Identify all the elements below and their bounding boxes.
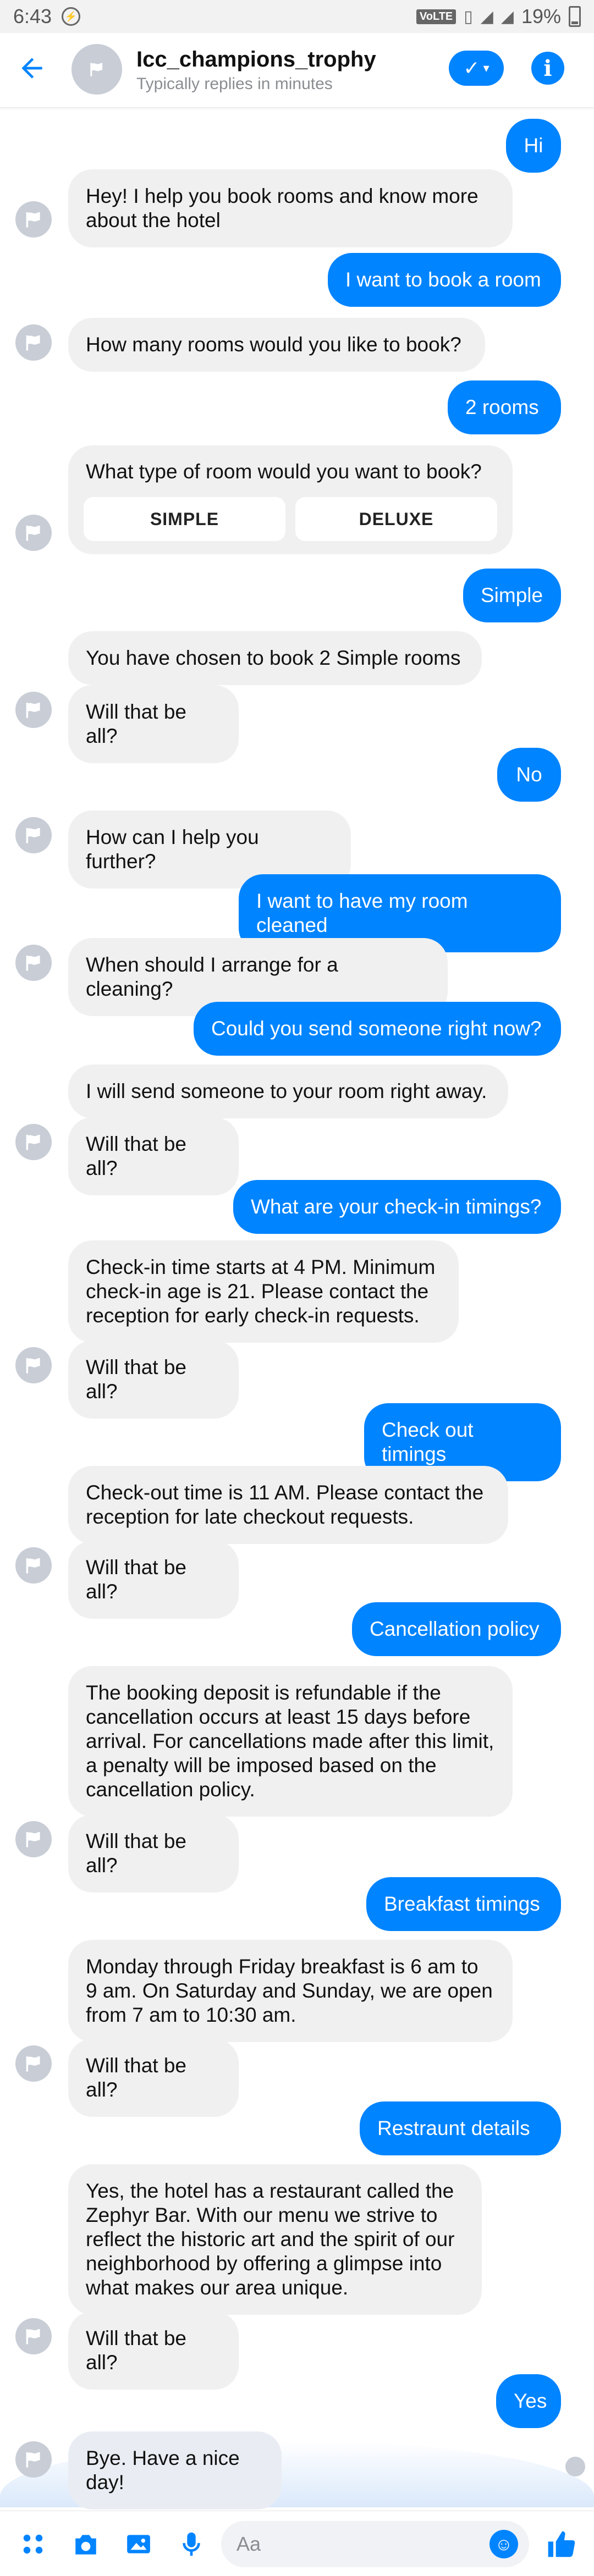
messenger-notification-icon: ⚡ [62, 7, 81, 26]
outgoing-message[interactable]: Yes [496, 2374, 561, 2428]
flag-icon [26, 1358, 40, 1374]
thumbs-up-icon[interactable] [544, 2528, 578, 2561]
flag-icon [26, 702, 40, 718]
bot-avatar [15, 201, 52, 238]
incoming-message[interactable]: Will that be all? [68, 2312, 239, 2390]
microphone-icon[interactable] [175, 2528, 208, 2561]
outgoing-message[interactable]: Breakfast timings [366, 1877, 561, 1931]
status-time: 6:43 [13, 5, 52, 27]
incoming-message[interactable]: Will that be all? [68, 2039, 239, 2117]
conversation-header: Icc_champions_trophy Typically replies i… [0, 33, 594, 108]
flag-icon [26, 1558, 40, 1574]
quick-reply-deluxe-button[interactable]: DELUXE [295, 497, 497, 541]
bot-avatar [15, 1124, 52, 1160]
outgoing-message[interactable]: No [497, 748, 561, 802]
check-icon: ✓ [463, 57, 480, 79]
flag-icon [26, 212, 40, 228]
incoming-message[interactable]: Yes, the hotel has a restaurant called t… [68, 2164, 482, 2315]
outgoing-message[interactable]: Simple [463, 569, 561, 622]
message-input-placeholder: Aa [237, 2533, 261, 2555]
bot-avatar [15, 2441, 52, 2478]
incoming-message[interactable]: What type of room would you want to book… [84, 460, 497, 484]
status-icons: VoLTE ▯ ◢ ◢ 19% [416, 0, 581, 33]
vibrate-icon: ▯ [464, 7, 473, 26]
flag-icon [26, 2056, 40, 2072]
flag-icon [26, 828, 40, 843]
incoming-message[interactable]: Bye. Have a nice day! [68, 2431, 282, 2509]
volte-badge: VoLTE [416, 9, 457, 24]
incoming-message[interactable]: Will that be all? [68, 1341, 239, 1419]
incoming-message[interactable]: You have chosen to book 2 Simple rooms [68, 631, 482, 685]
flag-icon [26, 2452, 40, 2468]
chevron-down-icon: ▾ [483, 61, 490, 75]
wifi-icon: ◢ [480, 7, 493, 26]
bot-avatar [15, 1821, 52, 1857]
bot-avatar [15, 692, 52, 728]
incoming-message[interactable]: Check-out time is 11 AM. Please contact … [68, 1466, 508, 1544]
signal-icon: ◢ [501, 7, 514, 26]
outgoing-message[interactable]: I want to book a room [328, 253, 561, 307]
seen-indicator-avatar [565, 2457, 585, 2476]
outgoing-message[interactable]: Cancellation policy [352, 1602, 561, 1656]
incoming-message[interactable]: Hey! I help you book rooms and know more… [68, 169, 513, 247]
outgoing-message[interactable]: Restraunt details [360, 2101, 561, 2155]
flag-icon [26, 525, 40, 541]
camera-icon[interactable] [69, 2528, 102, 2561]
manage-messages-button[interactable]: ✓ ▾ [449, 51, 504, 86]
incoming-message[interactable]: Will that be all? [68, 1117, 239, 1195]
battery-percent: 19% [521, 5, 561, 27]
flag-icon [26, 1832, 40, 1847]
battery-icon [569, 6, 581, 27]
flag-icon [26, 955, 40, 971]
flag-icon [26, 1134, 40, 1150]
incoming-message[interactable]: The booking deposit is refundable if the… [68, 1666, 513, 1817]
incoming-message[interactable]: Check-in time starts at 4 PM. Minimum ch… [68, 1240, 459, 1343]
message-composer: Aa ☺ [0, 2511, 594, 2576]
incoming-message[interactable]: Monday through Friday breakfast is 6 am … [68, 1940, 513, 2042]
gallery-icon[interactable] [122, 2528, 155, 2561]
outgoing-message[interactable]: Hi [506, 119, 561, 173]
apps-icon[interactable] [16, 2528, 50, 2561]
emoji-icon[interactable]: ☺ [490, 2530, 518, 2558]
bot-avatar [15, 324, 52, 361]
flag-icon [26, 2329, 40, 2345]
bot-avatar [15, 1347, 52, 1383]
message-input[interactable]: Aa ☺ [221, 2521, 529, 2567]
bot-avatar [15, 945, 52, 981]
outgoing-message[interactable]: 2 rooms [448, 380, 561, 434]
page-avatar[interactable] [72, 44, 122, 95]
info-button[interactable]: i [531, 52, 564, 85]
outgoing-message[interactable]: What are your check-in timings? [233, 1180, 561, 1234]
bot-avatar [15, 1547, 52, 1584]
bot-avatar [15, 817, 52, 853]
incoming-message[interactable]: Will that be all? [68, 685, 239, 763]
quick-reply-simple-button[interactable]: SIMPLE [84, 497, 285, 541]
incoming-message[interactable]: How many rooms would you like to book? [68, 318, 485, 372]
reply-time-subtitle: Typically replies in minutes [136, 75, 333, 93]
bot-avatar [15, 2045, 52, 2082]
page-title[interactable]: Icc_champions_trophy [136, 47, 376, 72]
flag-icon [26, 335, 40, 351]
outgoing-message[interactable]: Could you send someone right now? [194, 1002, 561, 1056]
status-bar: 6:43 ⚡ VoLTE ▯ ◢ ◢ 19% [0, 0, 594, 33]
back-arrow-icon[interactable] [15, 53, 48, 86]
bot-avatar [15, 2318, 52, 2354]
flag-icon [90, 63, 103, 76]
incoming-message[interactable]: I will send someone to your room right a… [68, 1064, 508, 1118]
info-icon: i [543, 55, 552, 81]
bot-avatar [15, 515, 52, 551]
incoming-message[interactable]: Will that be all? [68, 1814, 239, 1893]
quick-reply-card: What type of room would you want to book… [68, 445, 513, 554]
incoming-message[interactable]: Will that be all? [68, 1541, 239, 1619]
